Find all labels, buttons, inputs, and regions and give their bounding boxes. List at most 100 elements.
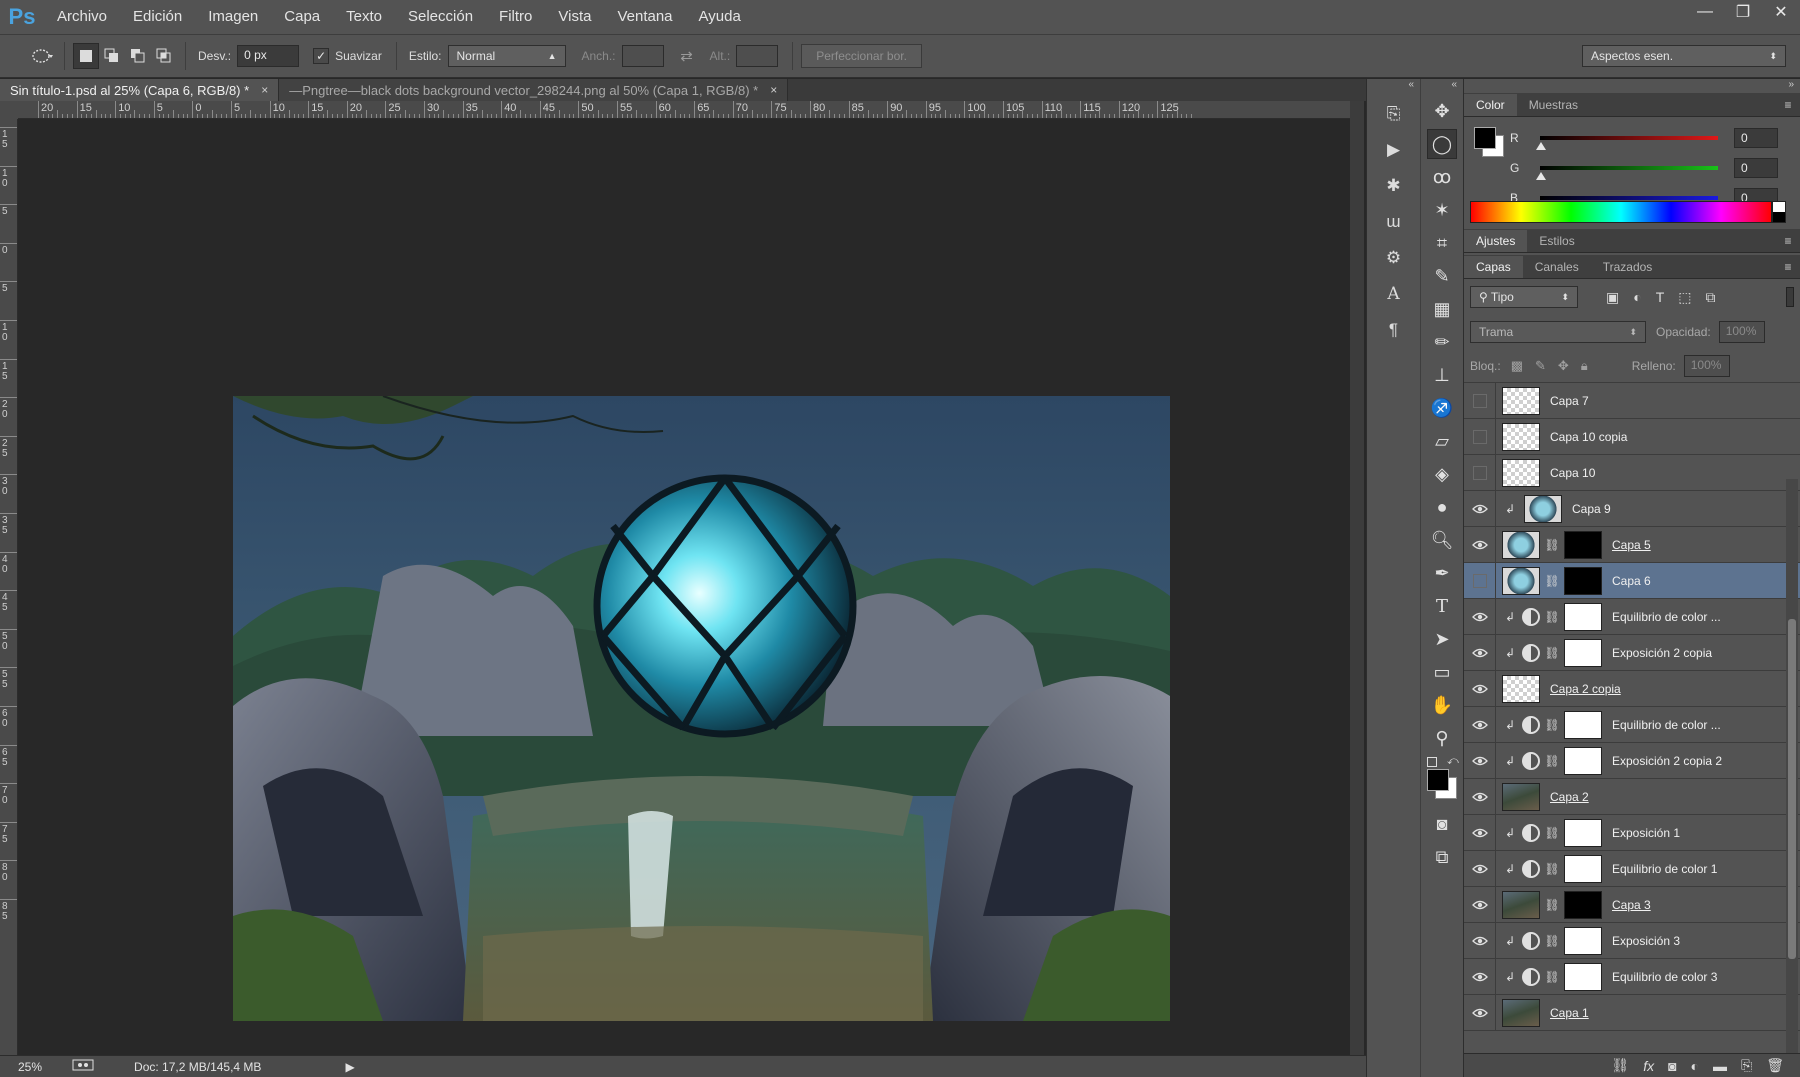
type-tool-icon[interactable]: T [1427, 591, 1457, 621]
crop-tool-icon[interactable]: ⌗ [1427, 228, 1457, 258]
lock-all-icon[interactable]: 🔒︎ [1581, 358, 1588, 374]
layer-row[interactable]: ↲ ⛓ Exposición 1 [1464, 814, 1800, 851]
mask-link-icon[interactable]: ⛓ [1544, 862, 1560, 876]
eye-icon[interactable] [1464, 922, 1496, 959]
layer-row[interactable]: Capa 2 [1464, 778, 1800, 815]
screen-mode-icon[interactable]: ⧉ [1427, 842, 1457, 872]
eyedropper-tool-icon[interactable]: ✎ [1427, 261, 1457, 291]
character-panel-icon[interactable]: A [1379, 279, 1409, 309]
restore-button[interactable]: ❐ [1724, 0, 1762, 24]
zoom-level[interactable]: 25% [18, 1060, 42, 1074]
menu-item[interactable]: Vista [545, 0, 604, 34]
close-window-button[interactable]: ✕ [1762, 0, 1800, 24]
layer-filter-select[interactable]: ⚲ Tipo ⬍ [1470, 286, 1578, 308]
color-foreground-swatch[interactable] [1474, 127, 1496, 149]
layer-name[interactable]: Equilibrio de color ... [1612, 610, 1721, 624]
menu-item[interactable]: Archivo [44, 0, 120, 34]
layer-row[interactable]: Capa 2 copia [1464, 670, 1800, 707]
fill-input[interactable]: 100% [1683, 354, 1730, 377]
layer-mask-thumbnail[interactable] [1564, 962, 1602, 991]
layer-mask-thumbnail[interactable] [1564, 818, 1602, 847]
layer-name[interactable]: Equilibrio de color ... [1612, 718, 1721, 732]
history-icon[interactable]: ⎘ [1379, 99, 1409, 129]
swap-colors-icon[interactable]: ⤺ [1447, 755, 1459, 768]
filter-shape-icon[interactable]: ⬚ [1678, 289, 1691, 306]
mask-link-icon[interactable]: ⛓ [1544, 574, 1560, 588]
filter-smart-object-icon[interactable]: ⧉ [1706, 289, 1716, 306]
layer-mask-thumbnail[interactable] [1564, 602, 1602, 631]
opacity-input[interactable]: 100% [1718, 321, 1765, 343]
layer-name[interactable]: Exposición 2 copia 2 [1612, 754, 1722, 768]
brush-tool-icon[interactable]: ✏ [1427, 327, 1457, 357]
vertical-scrollbar[interactable] [1350, 101, 1364, 1055]
channel-track[interactable] [1536, 136, 1718, 150]
lock-image-icon[interactable]: ✎ [1535, 358, 1546, 374]
rectangle-tool-icon[interactable]: ▭ [1427, 657, 1457, 687]
tab-styles[interactable]: Estilos [1527, 230, 1586, 252]
layer-name[interactable]: Capa 5 [1612, 538, 1651, 552]
layer-name[interactable]: Equilibrio de color 3 [1612, 970, 1717, 984]
visibility-off-icon[interactable] [1464, 418, 1496, 455]
collapse-arrows-icon[interactable]: « [1421, 79, 1463, 93]
layer-row[interactable]: Capa 7 [1464, 382, 1800, 419]
layer-name[interactable]: Capa 10 [1550, 466, 1595, 480]
eye-icon[interactable] [1464, 526, 1496, 563]
mask-link-icon[interactable]: ⛓ [1544, 826, 1560, 840]
tab-color[interactable]: Color [1464, 94, 1517, 116]
layer-name[interactable]: Equilibrio de color 1 [1612, 862, 1717, 876]
horizontal-ruler[interactable]: 20 15 10 5 0 5 10 15 20 25 30 35 40 45 50 55 60 65 70 75 80 8… [18, 101, 1350, 119]
magic-wand-tool-icon[interactable]: ✶ [1427, 195, 1457, 225]
paragraph-panel-icon[interactable]: ¶ [1379, 315, 1409, 345]
eye-icon[interactable] [1464, 850, 1496, 887]
lock-position-icon[interactable]: ✥ [1558, 358, 1569, 374]
close-tab-icon[interactable]: × [770, 83, 777, 97]
tab-document-2[interactable]: —Pngtree—black dots background vector_29… [279, 79, 789, 101]
layer-mask-thumbnail[interactable] [1564, 530, 1602, 559]
tab-layers[interactable]: Capas [1464, 256, 1523, 278]
layer-mask-thumbnail[interactable] [1564, 566, 1602, 595]
color-swatches[interactable]: ⤺ [1421, 755, 1463, 799]
layer-row[interactable]: ↲ ⛓ Exposición 2 copia [1464, 634, 1800, 671]
paint-bucket-tool-icon[interactable]: ◈ [1427, 459, 1457, 489]
layer-row[interactable]: ↲ ⛓ Equilibrio de color ... [1464, 598, 1800, 635]
layer-name[interactable]: Exposición 3 [1612, 934, 1680, 948]
quick-mask-icon[interactable]: ◙ [1427, 809, 1457, 839]
actions-play-icon[interactable]: ▶ [1379, 135, 1409, 165]
elliptical-marquee-tool-icon[interactable]: ◯ [1427, 129, 1457, 159]
intersect-selection-icon[interactable] [151, 43, 177, 69]
tab-swatches[interactable]: Muestras [1517, 94, 1590, 116]
slider-thumb-icon[interactable] [1536, 172, 1546, 180]
elliptical-marquee-preset-icon[interactable] [30, 43, 56, 69]
eye-icon[interactable] [1464, 490, 1496, 527]
style-select[interactable]: Normal ▲ [447, 45, 566, 67]
layer-row[interactable]: ⛓ Capa 6 [1464, 562, 1800, 599]
feather-input[interactable]: 0 px [237, 45, 300, 67]
minimize-button[interactable]: — [1686, 0, 1724, 24]
swap-dimensions-icon[interactable]: ⇄ [674, 43, 700, 69]
healing-brush-tool-icon[interactable]: ▦ [1427, 294, 1457, 324]
channel-track[interactable] [1536, 196, 1718, 210]
add-mask-icon[interactable]: ◙ [1668, 1058, 1676, 1074]
refine-edge-button[interactable]: Perfeccionar bor. [801, 44, 922, 68]
link-layers-icon[interactable]: ⛓ [1611, 1057, 1629, 1074]
pen-tool-icon[interactable]: ✒ [1427, 558, 1457, 588]
eye-icon[interactable] [1464, 742, 1496, 779]
mask-link-icon[interactable]: ⛓ [1544, 538, 1560, 552]
filter-pixel-icon[interactable]: ▣ [1606, 289, 1619, 306]
close-tab-icon[interactable]: × [261, 83, 268, 97]
mask-link-icon[interactable]: ⛓ [1544, 646, 1560, 660]
delete-layer-icon[interactable]: 🗑︎ [1766, 1057, 1784, 1074]
document-canvas[interactable] [233, 396, 1170, 1021]
menu-item[interactable]: Ayuda [686, 0, 754, 34]
new-adjustment-layer-icon[interactable]: ◐ [1691, 1058, 1699, 1074]
eye-icon[interactable] [1464, 958, 1496, 995]
panel-menu-icon[interactable]: ≡ [1776, 230, 1800, 252]
layer-name[interactable]: Capa 9 [1572, 502, 1611, 516]
height-input[interactable] [736, 45, 779, 67]
layer-row[interactable]: ↲ ⛓ Exposición 3 [1464, 922, 1800, 959]
zoom-tool-icon[interactable]: ⚲ [1427, 723, 1457, 753]
layer-name[interactable]: Capa 2 copia [1550, 682, 1621, 696]
layer-name[interactable]: Capa 6 [1612, 574, 1651, 588]
brush-presets-icon[interactable]: ɯ [1379, 207, 1409, 237]
layer-name[interactable]: Capa 2 [1550, 790, 1589, 804]
